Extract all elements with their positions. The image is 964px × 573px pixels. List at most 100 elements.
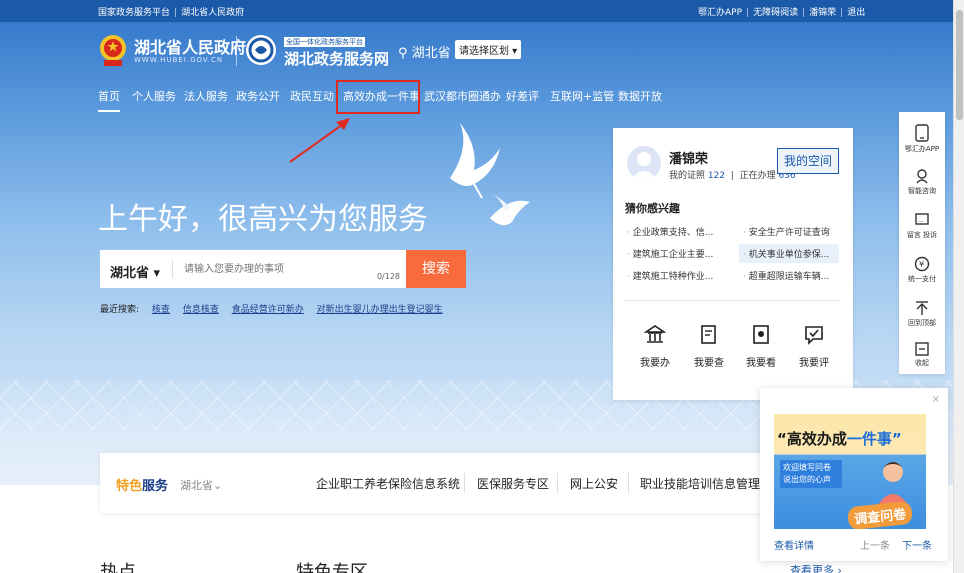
red-arrow-annotation bbox=[289, 118, 350, 163]
province-gov-link[interactable]: 湖北省人民政府 bbox=[181, 8, 244, 18]
featured-divider bbox=[464, 473, 465, 493]
survey-banner[interactable]: “高效办成一件事” 欢迎填写问卷 说出您的心声 调查问卷 bbox=[774, 414, 926, 529]
robot-icon bbox=[916, 169, 928, 184]
recent-link[interactable]: 核查 bbox=[152, 305, 170, 315]
quick-action-view[interactable]: 我要看 bbox=[737, 324, 785, 369]
interest-item[interactable]: 建筑施工企业主要... bbox=[623, 244, 717, 263]
message-icon: ... bbox=[915, 213, 929, 225]
rightbar-payment[interactable]: ¥ 统一支付 bbox=[899, 256, 945, 284]
crane-illustration bbox=[450, 123, 530, 226]
top-utility-bar: 国家政务服务平台 | 湖北省人民政府 鄂汇办APP | 无障碍阅读 | 潘锦荣 | 退出 bbox=[0, 0, 964, 22]
comment-check-icon bbox=[805, 326, 823, 345]
document-search-icon bbox=[701, 325, 716, 344]
cert-count[interactable]: 122 bbox=[708, 171, 725, 181]
search-divider bbox=[172, 260, 173, 278]
prev-link[interactable]: 上一条 bbox=[860, 537, 890, 552]
user-name: 潘锦荣 bbox=[669, 152, 709, 167]
banner-cta: 调查问卷 bbox=[846, 500, 914, 529]
greeting: 上午好，很高兴为您服务 bbox=[98, 202, 428, 237]
gov-name[interactable]: 湖北省人民政府 bbox=[134, 34, 246, 58]
banner-title: “高效办成一件事” bbox=[777, 430, 902, 448]
region-select-button[interactable]: 请选择区划 ▾ bbox=[455, 40, 522, 59]
featured-divider bbox=[628, 473, 629, 493]
service-name[interactable]: 湖北政务服务网 bbox=[284, 48, 389, 69]
char-count: 0/128 bbox=[376, 272, 400, 281]
nav-wuhan-metro[interactable]: 武汉都市圈通办 bbox=[424, 88, 501, 104]
interest-item[interactable]: 机关事业单位参保... bbox=[739, 244, 839, 263]
service-logo-icon[interactable] bbox=[245, 32, 277, 68]
right-floating-toolbar: 鄂汇办APP 智能咨询 ... 留言 投诉 ¥ 统一支付 回到顶部 收起 bbox=[899, 112, 945, 374]
national-emblem-icon[interactable] bbox=[98, 32, 128, 68]
user-link[interactable]: 潘锦荣 bbox=[809, 8, 836, 18]
scroll-thumb[interactable] bbox=[956, 10, 963, 120]
rightbar-collapse[interactable]: 收起 bbox=[899, 342, 945, 368]
yuan-icon: ¥ bbox=[914, 256, 930, 272]
survey-popup: × “高效办成一件事” 欢迎填写问卷 说出您的心声 调查问卷 查看详情 上一条 … bbox=[760, 388, 948, 561]
nav-interaction[interactable]: 政民互动 bbox=[290, 88, 334, 104]
featured-item[interactable]: 企业职工养老保险信息系统 bbox=[316, 475, 460, 492]
logo-divider bbox=[236, 36, 237, 66]
pin-icon: ⚲ bbox=[398, 46, 408, 61]
quick-action-rate[interactable]: 我要评 bbox=[790, 324, 838, 369]
interest-item[interactable]: 企业政策支持、信... bbox=[623, 222, 717, 241]
rightbar-message[interactable]: ... 留言 投诉 bbox=[899, 212, 945, 240]
back-to-top-icon bbox=[916, 301, 928, 315]
hot-heading: 热点 bbox=[100, 562, 136, 573]
nav-home[interactable]: 首页 bbox=[98, 88, 120, 112]
close-icon[interactable]: × bbox=[932, 394, 940, 405]
nav-open-data[interactable]: 数据开放 bbox=[618, 88, 662, 104]
page-scrollbar[interactable] bbox=[953, 0, 964, 573]
recent-searches: 最近搜索: 核查 信息核查 食品经营许可新办 对新出生婴儿办理出生登记婴生 bbox=[100, 302, 443, 315]
rightbar-consult[interactable]: 智能咨询 bbox=[899, 168, 945, 196]
accessibility-link[interactable]: 无障碍阅读 bbox=[753, 8, 798, 18]
view-detail-link[interactable]: 查看详情 bbox=[774, 537, 814, 552]
collapse-icon bbox=[915, 342, 929, 356]
logout-link[interactable]: 退出 bbox=[847, 8, 865, 18]
search-input[interactable] bbox=[184, 260, 354, 278]
card-divider bbox=[625, 300, 839, 301]
app-link[interactable]: 鄂汇办APP bbox=[698, 8, 742, 18]
gov-url: WWW.HUBEI.GOV.CN bbox=[134, 56, 224, 64]
interest-item[interactable]: 超重超限运输车辆... bbox=[739, 266, 833, 285]
person-illustration-icon bbox=[876, 462, 910, 508]
nav-supervision[interactable]: 互联网+监管 bbox=[550, 88, 614, 104]
rightbar-top[interactable]: 回到顶部 bbox=[899, 300, 945, 328]
nav-legal[interactable]: 法人服务 bbox=[184, 88, 228, 104]
next-link[interactable]: 下一条 bbox=[902, 537, 932, 552]
my-space-button[interactable]: 我的空间 bbox=[777, 148, 839, 174]
recent-label: 最近搜索: bbox=[100, 305, 140, 315]
nav-public[interactable]: 政务公开 bbox=[236, 88, 280, 104]
rightbar-app[interactable]: 鄂汇办APP bbox=[899, 124, 945, 154]
search-region-select[interactable]: 湖北省 ▾ bbox=[110, 262, 160, 281]
special-heading: 特色专区 bbox=[296, 562, 368, 573]
screen-icon bbox=[753, 325, 769, 344]
quick-action-do[interactable]: 我要办 bbox=[631, 324, 679, 369]
user-card: 潘锦荣 我的证照 122 | 正在办理 636 我的空间 猜你感兴趣 企业政策支… bbox=[613, 128, 853, 400]
recent-link[interactable]: 对新出生婴儿办理出生登记婴生 bbox=[317, 305, 443, 315]
featured-item[interactable]: 医保服务专区 bbox=[477, 475, 549, 492]
building-icon bbox=[644, 325, 666, 343]
location-label: ⚲ 湖北省 bbox=[398, 46, 451, 61]
interest-title: 猜你感兴趣 bbox=[625, 202, 680, 215]
highlight-annotation-box bbox=[336, 80, 420, 114]
search-box: 湖北省 ▾ 0/128 bbox=[100, 250, 406, 288]
view-more-link[interactable]: 查看更多 › bbox=[790, 562, 842, 573]
featured-title: 特色服务 bbox=[116, 479, 169, 494]
service-platform-tag: 全国一体化政务服务平台 bbox=[284, 37, 365, 47]
nav-rating[interactable]: 好差评 bbox=[506, 88, 539, 104]
featured-services-bar: 特色服务 湖北省⌄ 企业职工养老保险信息系统 医保服务专区 网上公安 职业技能培… bbox=[100, 453, 790, 513]
banner-subtitle: 欢迎填写问卷 说出您的心声 bbox=[780, 460, 842, 488]
interest-item[interactable]: 建筑施工特种作业... bbox=[623, 266, 717, 285]
nav-personal[interactable]: 个人服务 bbox=[132, 88, 176, 104]
search-button[interactable]: 搜索 bbox=[406, 250, 466, 288]
interest-item[interactable]: 安全生产许可证查询 bbox=[739, 222, 834, 241]
phone-icon bbox=[915, 124, 929, 142]
recent-link[interactable]: 食品经营许可新办 bbox=[232, 305, 304, 315]
avatar[interactable] bbox=[627, 146, 661, 180]
featured-region-select[interactable]: 湖北省⌄ bbox=[180, 477, 222, 493]
featured-item[interactable]: 网上公安 bbox=[570, 475, 618, 492]
featured-divider bbox=[557, 473, 558, 493]
quick-action-query[interactable]: 我要查 bbox=[685, 324, 733, 369]
recent-link[interactable]: 信息核查 bbox=[183, 305, 219, 315]
national-platform-link[interactable]: 国家政务服务平台 bbox=[98, 8, 170, 18]
